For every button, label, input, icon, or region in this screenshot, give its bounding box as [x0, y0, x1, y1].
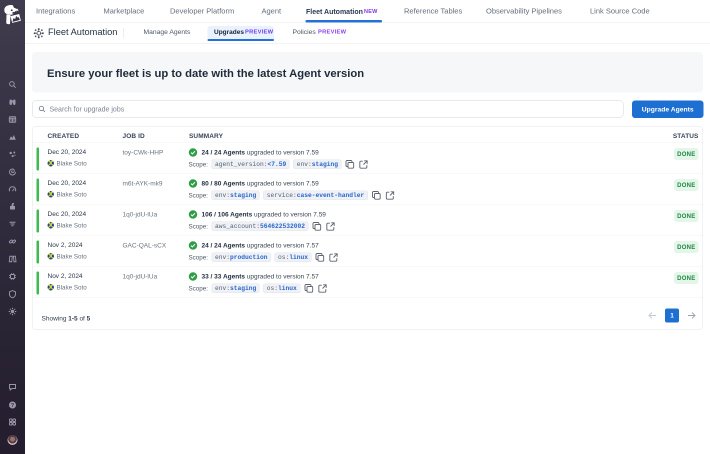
svg-text:?: ?: [11, 403, 14, 409]
